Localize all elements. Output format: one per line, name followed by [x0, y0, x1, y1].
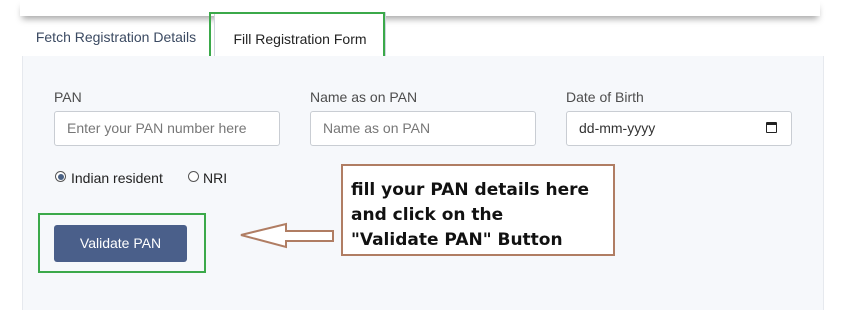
tab-bar: Fetch Registration Details Fill Registra…	[22, 12, 822, 58]
callout-line-1: fill your PAN details here	[351, 180, 590, 200]
callout-line-3: "Validate PAN" Button	[351, 230, 563, 250]
name-input[interactable]: Name as on PAN	[310, 111, 536, 146]
dob-input[interactable]: dd-mm-yyyy	[566, 111, 792, 146]
radio-indian-resident-label: Indian resident	[71, 170, 163, 186]
instruction-callout: fill your PAN details here and click on …	[341, 164, 615, 256]
callout-line-2: and click on the	[351, 205, 504, 225]
tab-fill-registration-form[interactable]: Fill Registration Form	[214, 12, 386, 58]
name-label: Name as on PAN	[310, 89, 418, 105]
calendar-icon[interactable]	[766, 122, 777, 133]
tab-fetch-registration-details[interactable]: Fetch Registration Details	[30, 18, 202, 56]
dob-placeholder: dd-mm-yyyy	[579, 120, 656, 136]
pan-label: PAN	[54, 89, 82, 105]
radio-indian-resident[interactable]	[55, 171, 66, 182]
pan-input[interactable]: Enter your PAN number here	[54, 111, 280, 146]
radio-nri-label: NRI	[203, 170, 228, 186]
top-card-shadow	[20, 0, 820, 16]
dob-label: Date of Birth	[566, 89, 644, 105]
arrow-left-icon	[240, 222, 334, 249]
radio-nri[interactable]	[188, 171, 199, 182]
validate-pan-button[interactable]: Validate PAN	[54, 225, 187, 262]
